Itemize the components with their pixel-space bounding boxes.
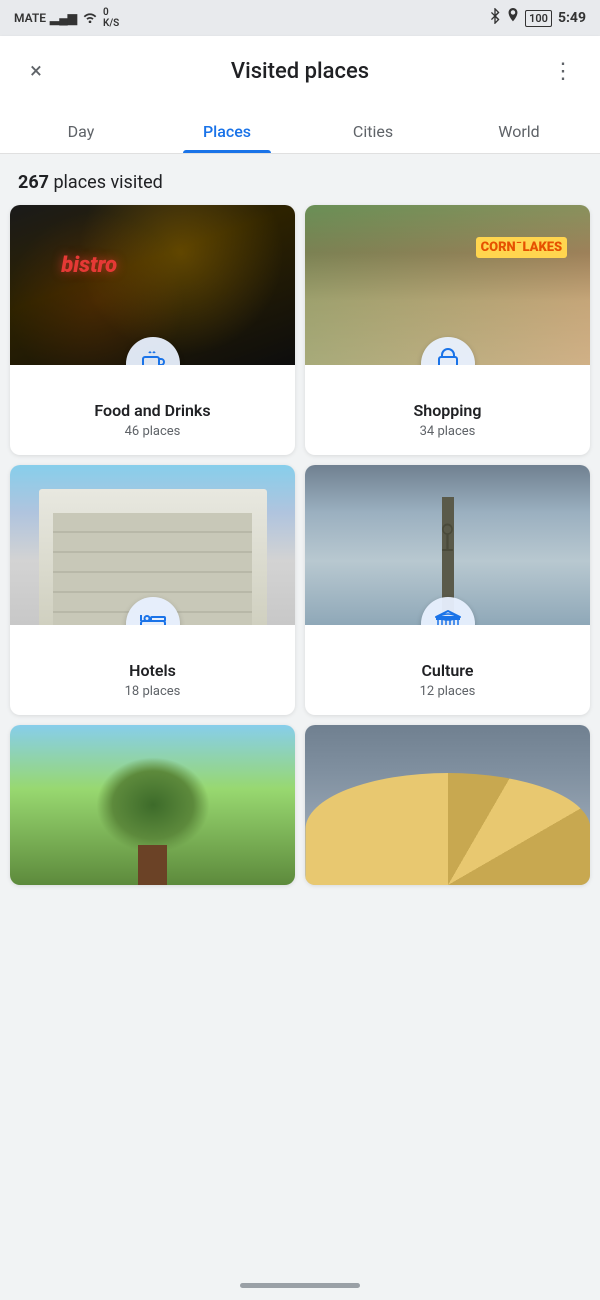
- tab-places[interactable]: Places: [154, 106, 300, 153]
- card-icon-wrap-shopping: [421, 337, 475, 365]
- data-speed: 0K/S: [103, 7, 119, 29]
- tab-day[interactable]: Day: [8, 106, 154, 153]
- card-name-food-drinks: Food and Drinks: [22, 401, 283, 420]
- card-icon-wrap-culture: [421, 597, 475, 625]
- bed-icon: [138, 607, 168, 626]
- tab-world[interactable]: World: [446, 106, 592, 153]
- card-image-shopping: [305, 205, 590, 365]
- status-right: 100 5:49: [489, 8, 586, 28]
- header: × Visited places ⋮: [0, 36, 600, 106]
- category-card-food-drinks[interactable]: Food and Drinks 46 places: [10, 205, 295, 455]
- card-image-parks: [10, 725, 295, 885]
- home-indicator: [240, 1283, 360, 1288]
- category-card-shopping[interactable]: Shopping 34 places: [305, 205, 590, 455]
- carrier-label: MATE: [14, 11, 46, 25]
- card-count-hotels: 18 places: [22, 684, 283, 699]
- card-count-culture: 12 places: [317, 684, 578, 699]
- wifi-icon: [81, 10, 99, 26]
- card-body-shopping: Shopping 34 places: [305, 365, 590, 455]
- category-card-culture[interactable]: Culture 12 places: [305, 465, 590, 715]
- card-body-food-drinks: Food and Drinks 46 places: [10, 365, 295, 455]
- category-card-hotels[interactable]: Hotels 18 places: [10, 465, 295, 715]
- card-body-culture: Culture 12 places: [305, 625, 590, 715]
- status-left: MATE ▂▄▆ 0K/S: [14, 7, 119, 29]
- category-card-stadium[interactable]: [305, 725, 590, 885]
- card-body-hotels: Hotels 18 places: [10, 625, 295, 715]
- shopping-bag-icon: [434, 347, 462, 366]
- card-count-shopping: 34 places: [317, 424, 578, 439]
- categories-grid: Food and Drinks 46 places Shopping 34 pl…: [0, 205, 600, 895]
- bluetooth-icon: [489, 8, 501, 28]
- card-name-hotels: Hotels: [22, 661, 283, 680]
- status-bar: MATE ▂▄▆ 0K/S 100 5:49: [0, 0, 600, 36]
- places-count-bar: 267 places visited: [0, 154, 600, 205]
- time-display: 5:49: [558, 10, 586, 26]
- museum-icon: [433, 607, 463, 626]
- card-count-food-drinks: 46 places: [22, 424, 283, 439]
- places-count-suffix: places visited: [49, 172, 163, 193]
- location-icon: [507, 8, 519, 28]
- card-name-shopping: Shopping: [317, 401, 578, 420]
- close-button[interactable]: ×: [18, 59, 54, 84]
- places-count-text: 267 places visited: [18, 172, 163, 193]
- places-count-number: 267: [18, 172, 49, 193]
- tab-cities[interactable]: Cities: [300, 106, 446, 153]
- page-title: Visited places: [54, 59, 546, 84]
- card-image-culture: [305, 465, 590, 625]
- coffee-icon: [139, 347, 167, 366]
- card-icon-wrap-hotels: [126, 597, 180, 625]
- card-icon-wrap-food-drinks: [126, 337, 180, 365]
- signal-icon: ▂▄▆: [50, 11, 77, 25]
- card-name-culture: Culture: [317, 661, 578, 680]
- tabs-bar: Day Places Cities World: [0, 106, 600, 154]
- battery-icon: 100: [525, 10, 552, 27]
- card-image-hotels: [10, 465, 295, 625]
- card-image-stadium: [305, 725, 590, 885]
- card-image-food-drinks: [10, 205, 295, 365]
- more-options-button[interactable]: ⋮: [546, 59, 582, 84]
- category-card-parks[interactable]: [10, 725, 295, 885]
